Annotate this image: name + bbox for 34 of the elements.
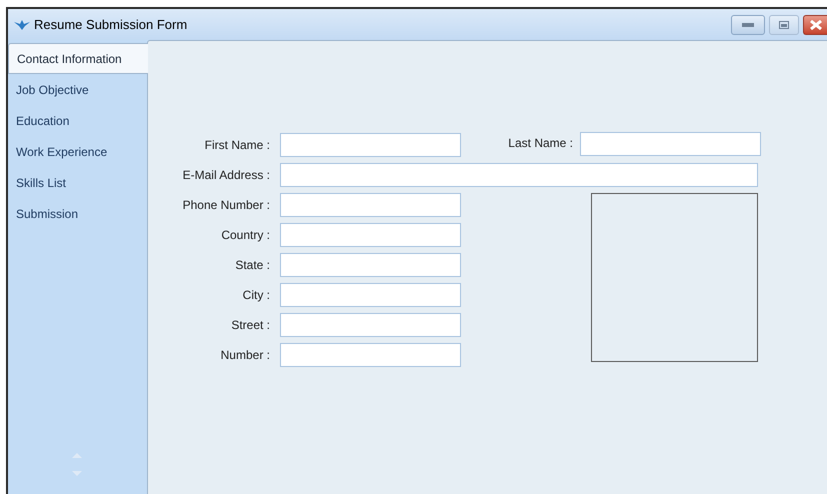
scroll-up-icon — [72, 453, 82, 458]
field-label: City : — [242, 287, 271, 304]
input-field[interactable] — [280, 343, 461, 367]
minimize-icon — [742, 22, 754, 27]
sidebar-tab[interactable]: Submission — [8, 198, 147, 229]
maximize-button[interactable] — [769, 14, 799, 34]
field-label: First Name : — [204, 137, 271, 154]
field-label: Number : — [220, 347, 271, 364]
window-title: Resume Submission Form — [34, 16, 188, 34]
field-label: Last Name : — [507, 135, 573, 152]
input-field[interactable] — [280, 283, 461, 307]
field-label: E-Mail Address : — [182, 167, 271, 184]
sidebar-tab[interactable]: Skills List — [8, 167, 147, 198]
sidebar-tab[interactable]: Education — [8, 105, 147, 136]
close-button[interactable] — [803, 14, 827, 34]
input-field[interactable] — [280, 313, 461, 337]
sidebar-tab[interactable]: Job Objective — [8, 74, 147, 105]
input-field[interactable] — [280, 193, 461, 217]
sidebar-tab[interactable]: Work Experience — [8, 136, 147, 167]
minimize-button[interactable] — [731, 14, 765, 34]
field-label: State : — [234, 257, 271, 274]
field-label: Phone Number : — [182, 197, 271, 214]
input-field[interactable] — [280, 223, 461, 247]
last-name-field[interactable] — [580, 132, 761, 156]
close-icon — [810, 20, 822, 30]
field-label: Country : — [220, 227, 271, 244]
first-name-field[interactable] — [280, 133, 461, 157]
sidebar-tab[interactable]: Contact Information — [8, 43, 148, 74]
scroll-down-icon — [72, 471, 82, 476]
app-icon — [14, 20, 30, 30]
input-field[interactable] — [280, 253, 461, 277]
field-label: Street : — [230, 317, 271, 334]
email-field[interactable] — [280, 163, 758, 187]
maximize-icon — [779, 20, 789, 28]
